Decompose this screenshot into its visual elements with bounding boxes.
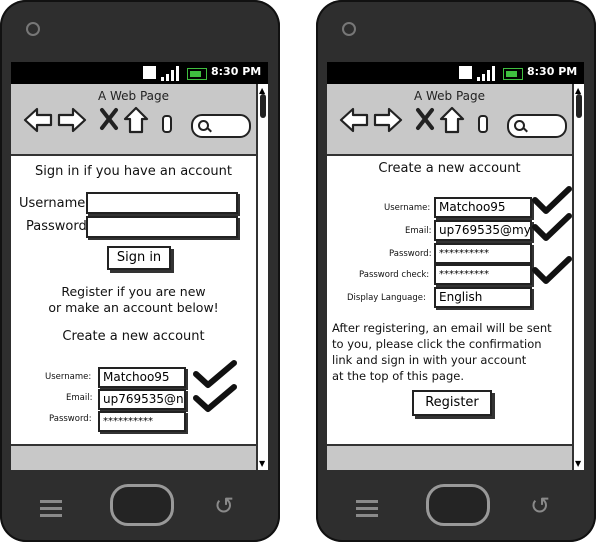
home-button[interactable] xyxy=(110,484,174,526)
status-time: 8:30 PM xyxy=(527,65,578,78)
username-label: Username: xyxy=(19,196,90,211)
signin-heading: Sign in if you have an account xyxy=(35,164,232,179)
scrollbar[interactable]: ▲ ▼ xyxy=(256,84,268,470)
info-line-4: at the top of this page. xyxy=(332,369,464,383)
language-label: Display Language: xyxy=(347,293,426,303)
camera-icon xyxy=(26,22,40,36)
search-input[interactable] xyxy=(507,114,567,138)
page-title: A Web Page xyxy=(413,89,486,103)
notification-icon xyxy=(459,66,472,79)
page-title: A Web Page xyxy=(97,89,170,103)
menu-icon[interactable] xyxy=(40,500,62,521)
menu-icon[interactable] xyxy=(356,500,378,521)
language-select[interactable]: English xyxy=(434,287,532,308)
battery-icon xyxy=(187,68,207,80)
signin-button[interactable]: Sign in xyxy=(107,246,171,270)
password-check-input[interactable]: ********** xyxy=(434,264,532,285)
back-icon[interactable]: ↺ xyxy=(530,492,550,520)
home-icon[interactable] xyxy=(123,106,149,134)
search-input[interactable] xyxy=(191,114,251,138)
username-input[interactable] xyxy=(86,192,238,214)
screen-right: 8:30 PM A Web Page ▲ ▼ Create a new acco… xyxy=(327,62,584,470)
scrollbar[interactable]: ▲ ▼ xyxy=(572,84,584,470)
checkmark-icon xyxy=(532,256,572,284)
checkmark-icon xyxy=(193,384,237,412)
back-arrow-icon[interactable] xyxy=(339,106,369,134)
signal-icon xyxy=(477,65,499,81)
reg-password-label: Password: xyxy=(49,414,92,424)
forward-arrow-icon[interactable] xyxy=(57,106,87,134)
password-label: Password: xyxy=(389,249,432,259)
home-icon[interactable] xyxy=(439,106,465,134)
password-input[interactable]: ********** xyxy=(434,243,532,264)
create-account-heading: Create a new account xyxy=(62,329,205,344)
close-icon[interactable] xyxy=(415,106,435,132)
signal-icon xyxy=(161,65,183,81)
back-icon[interactable]: ↺ xyxy=(214,492,234,520)
password-check-label: Password check: xyxy=(359,270,430,280)
notification-icon xyxy=(143,66,156,79)
home-button[interactable] xyxy=(426,484,490,526)
checkmark-icon xyxy=(532,186,572,214)
checkmark-icon xyxy=(532,213,572,241)
register-text-line1: Register if you are new xyxy=(61,284,206,299)
scroll-down-icon[interactable]: ▼ xyxy=(259,459,265,468)
register-button[interactable]: Register xyxy=(412,390,492,416)
info-line-2: to you, please click the confirmation xyxy=(332,337,542,351)
create-account-heading: Create a new account xyxy=(378,161,521,176)
phone-right: 8:30 PM A Web Page ▲ ▼ Create a new acco… xyxy=(316,0,596,542)
forward-arrow-icon[interactable] xyxy=(373,106,403,134)
battery-icon xyxy=(503,68,523,80)
username-label: Username: xyxy=(384,203,431,213)
email-label: Email: xyxy=(405,226,432,236)
password-label: Password: xyxy=(26,219,92,234)
scroll-thumb[interactable] xyxy=(260,94,266,118)
reg-username-input[interactable]: Matchoo95 xyxy=(98,367,186,388)
email-input[interactable]: up769535@my xyxy=(434,220,532,241)
username-input[interactable]: Matchoo95 xyxy=(434,197,532,218)
search-icon xyxy=(198,120,209,131)
status-bar: 8:30 PM xyxy=(327,62,584,84)
camera-icon xyxy=(342,22,356,36)
info-line-1: After registering, an email will be sent xyxy=(332,321,552,335)
browser-toolbar: A Web Page xyxy=(327,84,572,156)
info-line-3: link and sign in with your account xyxy=(332,353,527,367)
login-content: Sign in if you have an account Username:… xyxy=(11,156,256,446)
register-content: Create a new account Username: Matchoo95… xyxy=(327,156,572,446)
bookmark-icon[interactable] xyxy=(161,114,173,134)
bookmark-icon[interactable] xyxy=(477,114,489,134)
browser-toolbar: A Web Page xyxy=(11,84,256,156)
reg-password-input[interactable]: ********** xyxy=(98,411,186,432)
phone-left: 8:30 PM A Web Page ▲ ▼ Sign in if you ha… xyxy=(0,0,280,542)
close-icon[interactable] xyxy=(99,106,119,132)
register-text-line2: or make an account below! xyxy=(48,300,219,315)
reg-email-input[interactable]: up769535@n xyxy=(98,389,186,410)
browser-footer xyxy=(11,444,256,470)
password-input[interactable] xyxy=(86,216,238,238)
browser-footer xyxy=(327,444,572,470)
reg-username-label: Username: xyxy=(45,372,92,382)
scroll-thumb[interactable] xyxy=(576,94,582,118)
screen-left: 8:30 PM A Web Page ▲ ▼ Sign in if you ha… xyxy=(11,62,268,470)
back-arrow-icon[interactable] xyxy=(23,106,53,134)
reg-email-label: Email: xyxy=(66,393,93,403)
status-bar: 8:30 PM xyxy=(11,62,268,84)
status-time: 8:30 PM xyxy=(211,65,262,78)
search-icon xyxy=(514,120,525,131)
scroll-down-icon[interactable]: ▼ xyxy=(575,459,581,468)
